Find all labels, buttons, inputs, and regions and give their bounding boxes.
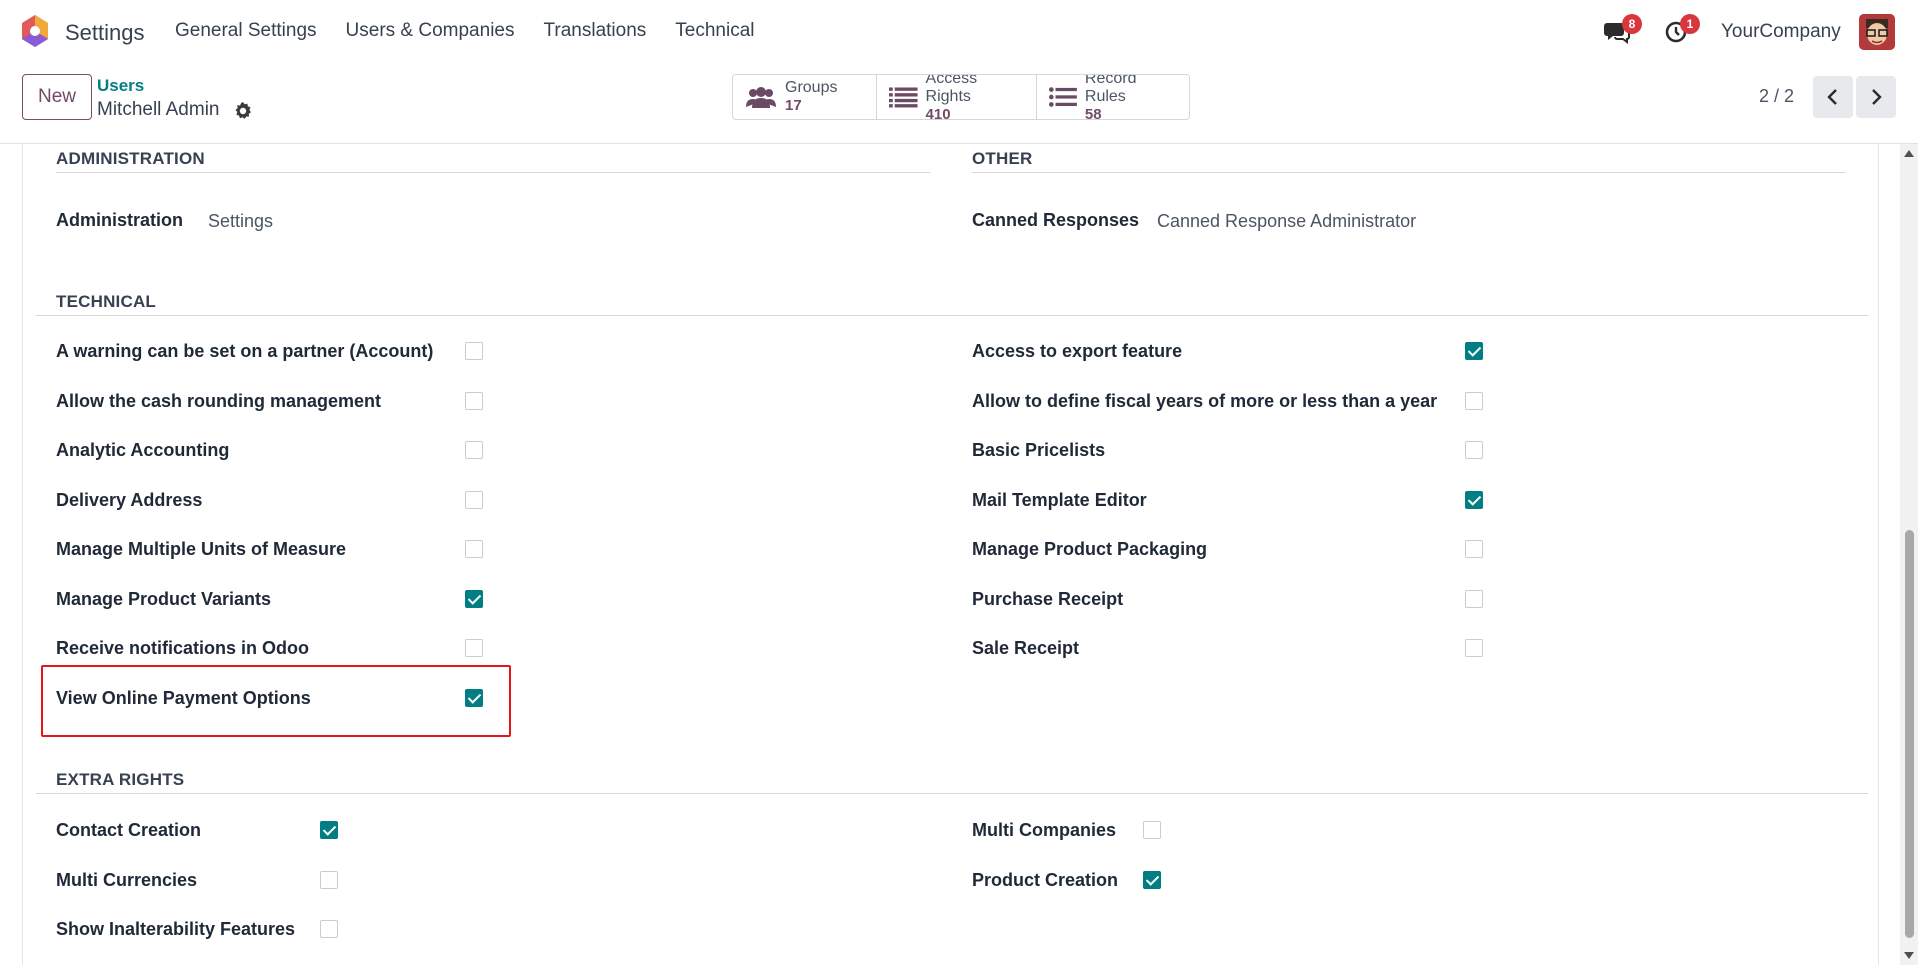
tech-checkbox[interactable]	[1465, 441, 1483, 459]
tech-checkbox[interactable]	[465, 342, 483, 360]
tech-row-label: Allow to define fiscal years of more or …	[972, 391, 1438, 411]
tech-checkbox[interactable]	[1465, 491, 1483, 509]
tech-row-label: Access to export feature	[972, 341, 1183, 361]
record-rules-smart-button[interactable]: Record Rules 58	[1037, 75, 1189, 119]
extra-row-label: Show Inalterability Features	[56, 919, 296, 939]
tech-row-label: A warning can be set on a partner (Accou…	[56, 341, 434, 361]
extra-checkbox[interactable]	[320, 920, 338, 938]
extra-checkbox[interactable]	[320, 821, 338, 839]
messages-badge: 8	[1622, 14, 1642, 34]
tech-row-label: Manage Product Variants	[56, 589, 272, 609]
section-title-administration: ADMINISTRATION	[56, 149, 205, 168]
canned-responses-label: Canned Responses	[972, 210, 1140, 230]
top-navbar: Settings General Settings Users & Compan…	[0, 0, 1918, 64]
section-divider	[56, 172, 930, 173]
sheet-right-border	[1878, 144, 1879, 965]
tech-checkbox[interactable]	[465, 639, 483, 657]
tech-row-label: Mail Template Editor	[972, 490, 1147, 510]
menu-users-companies[interactable]: Users & Companies	[346, 20, 515, 42]
scroll-down-arrow-icon[interactable]	[1904, 952, 1914, 959]
tech-checkbox[interactable]	[465, 590, 483, 608]
administration-value[interactable]: Settings	[208, 211, 273, 232]
extra-row-label: Contact Creation	[56, 820, 202, 840]
record-rules-count: 58	[1084, 106, 1102, 120]
tech-row-label: Manage Product Packaging	[972, 539, 1208, 559]
tech-row-label: Delivery Address	[56, 490, 203, 510]
chevron-right-icon	[1872, 89, 1882, 105]
tech-checkbox[interactable]	[465, 491, 483, 509]
tech-row-label: Purchase Receipt	[972, 589, 1124, 609]
canned-responses-value[interactable]: Canned Response Administrator	[1157, 211, 1416, 232]
extra-row-label: Multi Companies	[972, 820, 1117, 840]
record-rules-label: Record Rules	[1084, 74, 1137, 105]
extra-row-label: Multi Currencies	[56, 870, 198, 890]
vertical-scrollbar[interactable]	[1900, 144, 1918, 965]
pager-next-button[interactable]	[1856, 76, 1896, 118]
tech-checkbox[interactable]	[1465, 392, 1483, 410]
section-title-other: OTHER	[972, 149, 1033, 168]
highlight-box	[41, 665, 511, 737]
tech-row-label: Allow the cash rounding management	[56, 391, 382, 411]
groups-count: 17	[785, 97, 802, 114]
tech-checkbox[interactable]	[1465, 540, 1483, 558]
menu-general-settings[interactable]: General Settings	[175, 20, 317, 42]
scrollbar-thumb[interactable]	[1905, 530, 1914, 938]
access-rights-smart-button[interactable]: Access Rights 410	[877, 75, 1037, 119]
scroll-up-arrow-icon[interactable]	[1904, 150, 1914, 157]
app-title[interactable]: Settings	[65, 20, 145, 46]
breadcrumb-current-record: Mitchell Admin	[97, 99, 220, 120]
chevron-left-icon	[1827, 89, 1837, 105]
activities-badge: 1	[1680, 14, 1700, 34]
tech-checkbox[interactable]	[465, 392, 483, 410]
list-icon	[889, 87, 918, 108]
company-switcher[interactable]: YourCompany	[1721, 21, 1841, 43]
section-divider	[36, 793, 1868, 794]
form-sheet: ADMINISTRATION Administration Settings O…	[0, 144, 1900, 965]
tech-row-label: Receive notifications in Odoo	[56, 638, 310, 658]
extra-checkbox[interactable]	[1143, 821, 1161, 839]
extra-checkbox[interactable]	[1143, 871, 1161, 889]
tech-row-label: Sale Receipt	[972, 638, 1080, 658]
user-avatar[interactable]	[1859, 14, 1895, 50]
tech-row-label: Analytic Accounting	[56, 440, 230, 460]
avatar-face-icon	[1859, 14, 1895, 50]
list-bullets-icon	[1049, 87, 1077, 107]
gear-icon[interactable]	[233, 101, 253, 121]
new-button[interactable]: New	[22, 74, 92, 120]
menu-translations[interactable]: Translations	[543, 20, 646, 42]
menu-technical[interactable]: Technical	[675, 20, 754, 42]
section-divider	[36, 315, 1868, 316]
tech-checkbox[interactable]	[1465, 342, 1483, 360]
section-divider	[972, 172, 1846, 173]
section-title-technical: TECHNICAL	[56, 292, 157, 311]
administration-label: Administration	[56, 210, 184, 230]
extra-checkbox[interactable]	[320, 871, 338, 889]
tech-row-label: Basic Pricelists	[972, 440, 1106, 460]
tech-checkbox[interactable]	[465, 540, 483, 558]
tech-checkbox[interactable]	[1465, 639, 1483, 657]
groups-label: Groups	[785, 79, 838, 96]
access-rights-label: Access Rights	[925, 74, 978, 105]
control-panel: New Users Mitchell Admin Groups 17 Acces…	[0, 64, 1918, 144]
main-menu: General Settings Users & Companies Trans…	[175, 20, 784, 42]
pager-previous-button[interactable]	[1813, 76, 1853, 118]
tech-row-label: Manage Multiple Units of Measure	[56, 539, 347, 559]
access-rights-count: 410	[925, 106, 951, 120]
users-icon	[746, 87, 776, 108]
smart-buttons-group: Groups 17 Access Rights 410 Record Rules…	[732, 74, 1190, 120]
breadcrumb-users-link[interactable]: Users	[97, 76, 144, 96]
section-title-extra-rights: EXTRA RIGHTS	[56, 770, 185, 789]
tech-checkbox[interactable]	[465, 441, 483, 459]
groups-smart-button[interactable]: Groups 17	[733, 75, 877, 119]
extra-row-label: Product Creation	[972, 870, 1119, 890]
pager-value[interactable]: 2 / 2	[1759, 86, 1794, 107]
odoo-logo-icon[interactable]	[20, 14, 50, 48]
tech-checkbox[interactable]	[1465, 590, 1483, 608]
sheet-left-border	[22, 144, 23, 965]
